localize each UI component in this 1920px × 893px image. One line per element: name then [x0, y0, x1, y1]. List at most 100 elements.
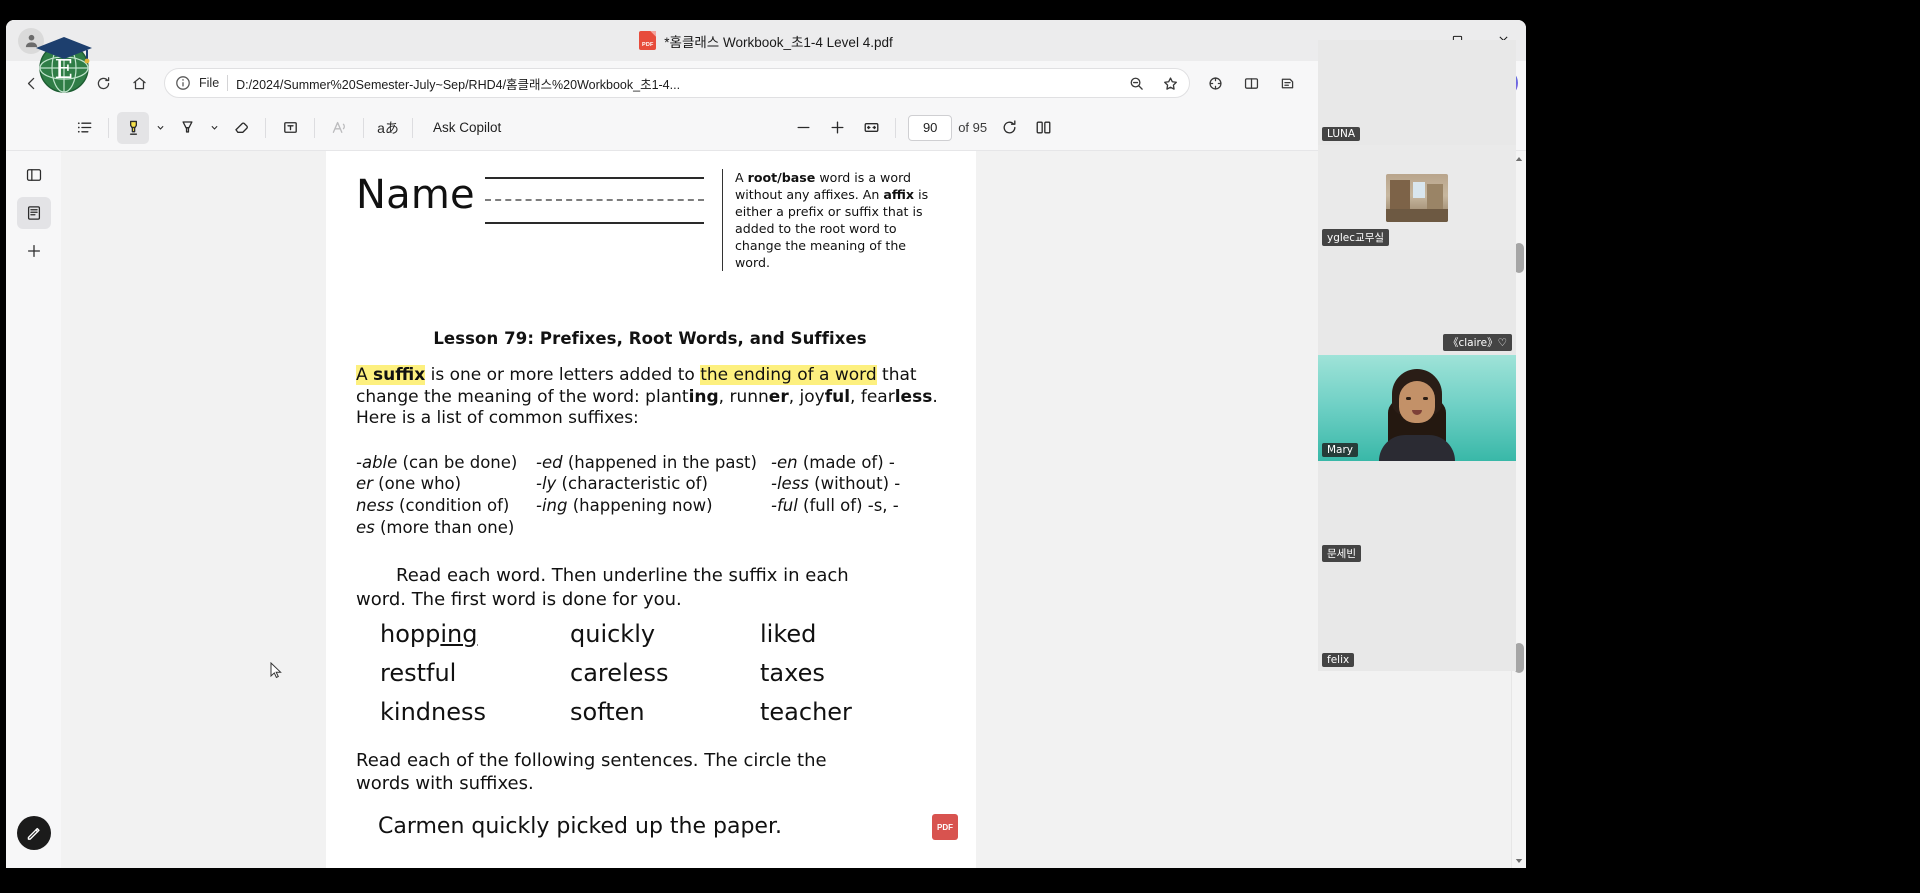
highlight-the-ending-of-a-word: the ending of a word — [700, 365, 877, 385]
video-tile-munsebin[interactable]: 문세빈 — [1318, 461, 1516, 566]
pdf-page-content: Name A root/base word is a word without … — [326, 151, 976, 839]
sentence-1: Carmen quickly picked up the paper. — [378, 813, 782, 839]
suffix-token: ness — [356, 495, 394, 515]
split-screen-icon[interactable] — [1234, 66, 1268, 100]
toggle-side-pane-icon[interactable] — [17, 159, 51, 191]
read-aloud-icon[interactable] — [323, 112, 355, 144]
instruction-1: Read each word. Then underline the suffi… — [356, 564, 944, 611]
collections-icon[interactable] — [1270, 66, 1304, 100]
draw-options-chevron-down-icon[interactable] — [205, 112, 223, 144]
add-text-box-icon[interactable] — [274, 112, 306, 144]
intro-t6: , joy — [788, 386, 825, 407]
page-number-input[interactable]: 90 — [908, 114, 953, 141]
suffix-item: er (one who) — [356, 473, 536, 495]
page-view-icon[interactable] — [1027, 112, 1059, 144]
suffix-token: -ing — [536, 495, 568, 515]
navigation-bar: File D:/2024/Summer%20Semester-July~Sep/… — [6, 61, 1526, 105]
root-note-t3: without any affixes. An — [735, 187, 884, 202]
site-info-icon[interactable] — [175, 75, 191, 91]
intro-b-less: less — [894, 386, 933, 407]
pdf-file-icon: PDF — [639, 31, 657, 50]
browser-title-bar: PDF *홈클래스 Workbook_초1-4 Level 4.pdf — [6, 20, 1526, 61]
ask-copilot-label: Ask Copilot — [433, 120, 502, 135]
scroll-down-arrow-icon[interactable] — [1512, 853, 1526, 868]
translate-icon[interactable]: aあ — [372, 112, 404, 144]
pdf-toolbar: aあ Ask Copilot 90 of 95 — [6, 105, 1526, 151]
name-row: Name A root/base word is a word without … — [356, 169, 944, 271]
highlight-a-suffix: A suffix — [356, 365, 426, 385]
intro-t2: is one or more letters added to — [425, 365, 701, 385]
browser-tab[interactable]: PDF *홈클래스 Workbook_초1-4 Level 4.pdf — [639, 31, 893, 51]
toolbar-divider-6 — [895, 117, 897, 138]
lesson-title: Lesson 79: Prefixes, Root Words, and Suf… — [433, 329, 867, 348]
suffix-item: -ed (happened in the past) — [536, 452, 771, 474]
room-thumbnail — [1386, 173, 1448, 222]
table-of-contents-icon[interactable] — [68, 112, 100, 144]
pdf-watermark-label: PDF — [937, 822, 953, 832]
pdf-watermark-icon: PDF — [932, 814, 958, 840]
video-tile-mary-active-speaker[interactable]: Mary — [1318, 355, 1516, 461]
participant-name: LUNA — [1322, 127, 1361, 141]
suffix-item: -en (made of) - — [771, 452, 944, 474]
tab-title: *홈클래스 Workbook_초1-4 Level 4.pdf — [664, 34, 893, 50]
highlight-icon[interactable] — [117, 111, 149, 144]
toolbar-divider-4 — [363, 117, 364, 138]
desktop: PDF *홈클래스 Workbook_초1-4 Level 4.pdf File… — [0, 0, 1920, 893]
word-item: kindness — [380, 697, 486, 726]
add-note-icon[interactable] — [17, 235, 51, 267]
word-item: careless — [570, 658, 669, 687]
suffix-list: -able (can be done) -ed (happened in the… — [356, 452, 944, 538]
suffix-item: ness (condition of) — [356, 495, 536, 517]
page-thumbnails-icon[interactable] — [16, 197, 51, 229]
home-icon[interactable] — [122, 66, 156, 100]
suffix-token: es — [356, 517, 375, 537]
video-tile-claire[interactable]: 《claire》♡ — [1318, 250, 1516, 355]
toolbar-divider-5 — [412, 117, 413, 138]
suffix-item: es (more than one) — [356, 517, 536, 539]
participant-name: 《claire》♡ — [1442, 334, 1512, 351]
video-tile-felix[interactable]: felix — [1318, 566, 1516, 671]
suffix-definition: (can be done) — [397, 452, 518, 472]
draw-pen-icon[interactable] — [171, 112, 203, 144]
highlight-options-chevron-down-icon[interactable] — [151, 112, 169, 144]
zoom-in-icon[interactable] — [821, 112, 853, 144]
word-item: soften — [570, 697, 645, 726]
browser-body: Name A root/base word is a word without … — [6, 151, 1526, 868]
suffix-token: er — [356, 474, 373, 494]
zoom-out-icon[interactable] — [787, 112, 819, 144]
intro-b-ing: ing — [688, 386, 719, 407]
suffix-token: -less — [771, 474, 809, 494]
tab-strip: PDF *홈클래스 Workbook_초1-4 Level 4.pdf — [6, 20, 1526, 61]
suffix-token: -ed — [536, 452, 563, 472]
suffix-definition: (characteristic of) — [556, 474, 708, 494]
eraser-icon[interactable] — [225, 112, 257, 144]
fit-to-width-icon[interactable] — [855, 112, 887, 144]
root-note-t5: either a prefix or suffix that is — [735, 204, 923, 219]
edit-pen-fab[interactable] — [16, 816, 51, 850]
suffix-definition: (one who) — [372, 474, 462, 494]
rotate-icon[interactable] — [993, 112, 1025, 144]
zoom-out-omnibox-icon[interactable] — [1123, 70, 1149, 96]
video-tile-yglec-office[interactable]: yglec교무실 — [1318, 145, 1516, 250]
address-bar[interactable]: File D:/2024/Summer%20Semester-July~Sep/… — [164, 68, 1190, 98]
suffix-token: -ly — [536, 474, 557, 494]
intro-t3: that — [876, 365, 917, 385]
root-note-t4: is — [914, 187, 929, 202]
root-note-t2: word is a word — [815, 170, 912, 185]
suffix-item: -ly (characteristic of) — [536, 473, 771, 495]
intro-paragraph: A suffix is one or more letters added to… — [356, 365, 944, 430]
root-note-t1: A — [735, 170, 748, 185]
copilot-sidebar-icon[interactable] — [1198, 66, 1232, 100]
word-item: quickly — [570, 619, 656, 648]
favorite-star-icon[interactable] — [1157, 70, 1183, 96]
ask-copilot-button[interactable]: Ask Copilot — [421, 112, 513, 144]
video-tile-luna[interactable]: LUNA — [1318, 40, 1516, 145]
svg-text:E: E — [55, 55, 74, 85]
word-item: teacher — [760, 697, 852, 726]
school-globe-logo: E — [36, 37, 92, 93]
name-label: Name — [356, 172, 475, 218]
intro-t8: . — [932, 386, 938, 407]
suffix-token: -en — [771, 452, 798, 472]
pdf-viewer[interactable]: Name A root/base word is a word without … — [61, 151, 1526, 868]
word-item: liked — [760, 619, 817, 648]
